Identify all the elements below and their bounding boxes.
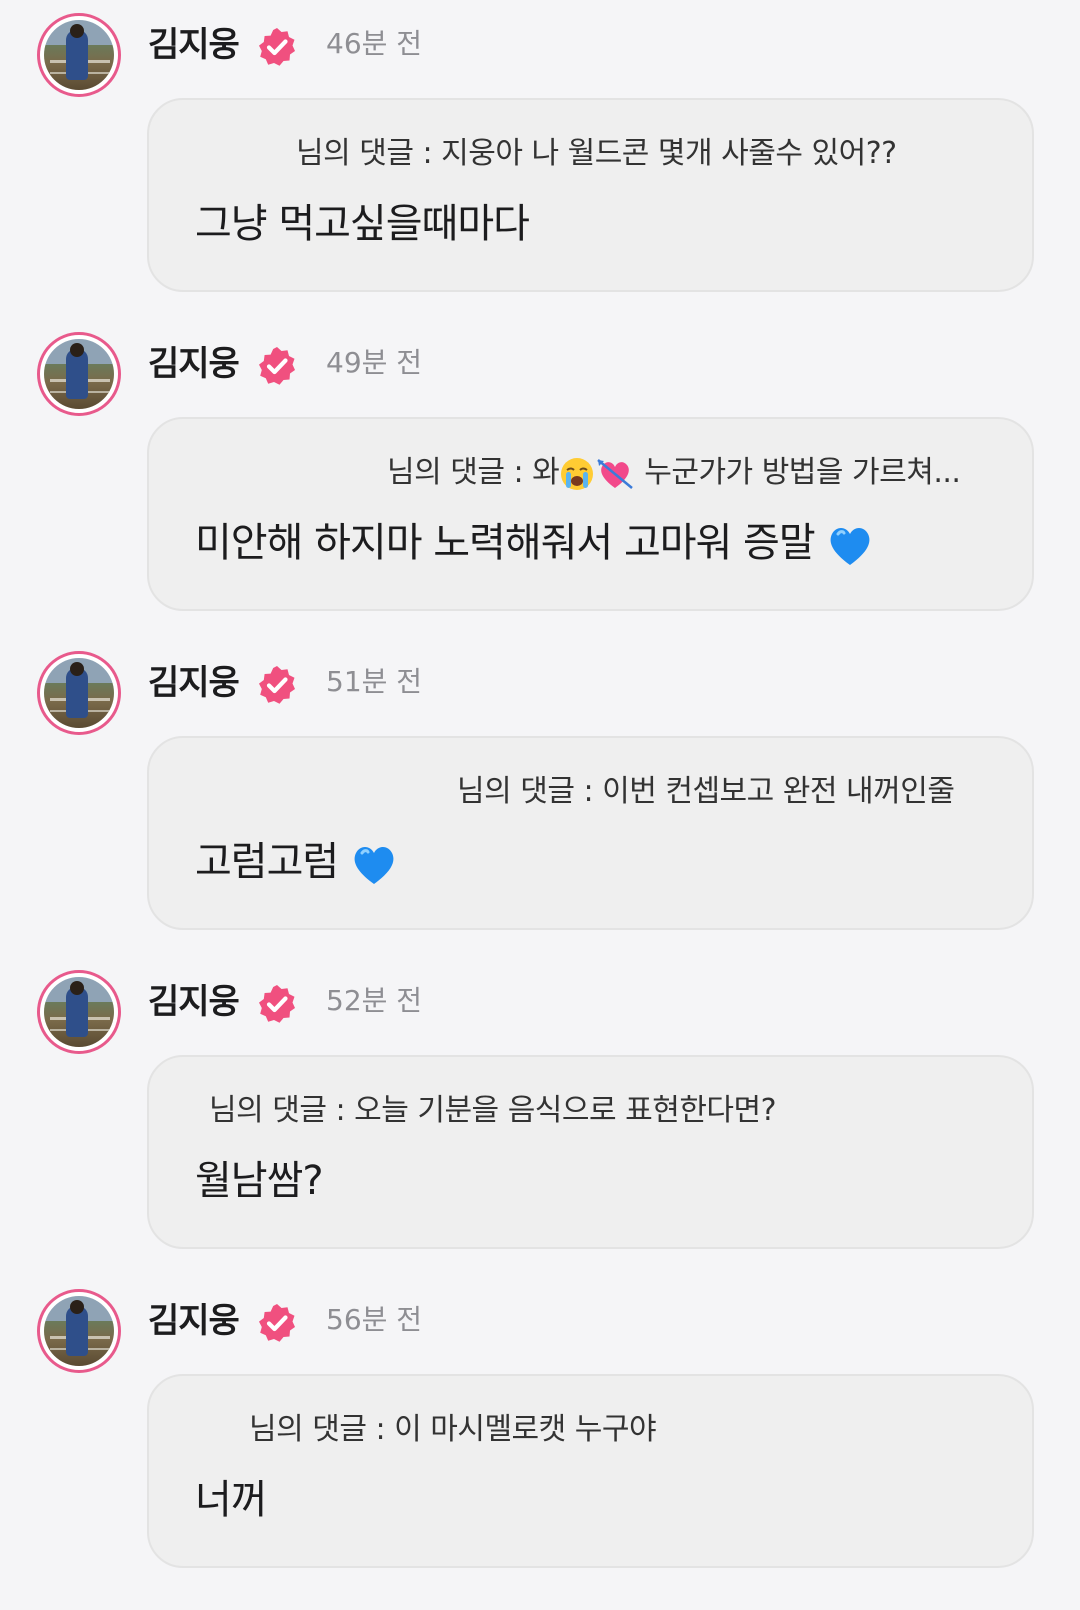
reply-bubble: 님의 댓글 : 이 마시멜로캣 누구야 너꺼 (147, 1374, 1034, 1568)
reply-text-content: 미안해 하지마 노력해줘서 고마워 증말 (195, 520, 827, 566)
reply-text: 그냥 먹고싶을때마다 (195, 201, 530, 247)
verified-badge-icon (259, 347, 295, 385)
reply-text-content: 고럼고럼 (195, 839, 350, 885)
quoted-comment[interactable]: 님의 댓글 : 이 마시멜로캣 누구야 (249, 1410, 657, 1450)
timestamp: 52분 전 (326, 984, 423, 1017)
blue-heart-icon (354, 847, 394, 884)
reply-text: 고럼고럼 (195, 836, 398, 888)
timestamp: 46분 전 (326, 27, 423, 60)
reply-bubble: 님의 댓글 : 이번 컨셉보고 완전 내꺼인줄 고럼고럼 (147, 736, 1034, 930)
author-name[interactable]: 김지웅 (148, 979, 240, 1025)
timestamp: 56분 전 (326, 1303, 423, 1336)
avatar[interactable] (37, 13, 121, 97)
reply-text: 너꺼 (195, 1477, 268, 1523)
author-name[interactable]: 김지웅 (148, 660, 240, 706)
reply-text: 월남쌈? (195, 1158, 324, 1204)
author-name[interactable]: 김지웅 (148, 22, 240, 68)
verified-badge-icon (259, 666, 295, 704)
reply-post: 김지웅 51분 전 님의 댓글 : 이번 컨셉보고 완전 내꺼인줄 고럼고럼 (0, 638, 1080, 956)
author-name[interactable]: 김지웅 (148, 341, 240, 387)
reply-bubble: 님의 댓글 : 와 누군가가 방법을 가르쳐... 미안해 하지마 노력해줘서 … (147, 417, 1034, 611)
avatar[interactable] (37, 970, 121, 1054)
loudly-crying-face-icon (561, 457, 594, 490)
avatar[interactable] (37, 1289, 121, 1373)
profile-photo (44, 339, 114, 409)
quoted-comment[interactable]: 님의 댓글 : 와 누군가가 방법을 가르쳐... (387, 453, 961, 493)
author-name[interactable]: 김지웅 (148, 1298, 240, 1344)
profile-photo (44, 20, 114, 90)
reply-text: 미안해 하지마 노력해줘서 고마워 증말 (195, 517, 874, 569)
quoted-suffix: 누군가가 방법을 가르쳐... (635, 455, 961, 490)
timestamp: 49분 전 (326, 346, 423, 379)
avatar[interactable] (37, 651, 121, 735)
profile-photo (44, 977, 114, 1047)
profile-photo (44, 658, 114, 728)
profile-photo (44, 1296, 114, 1366)
verified-badge-icon (259, 28, 295, 66)
quoted-prefix: 님의 댓글 : 와 (387, 455, 560, 490)
reply-post: 김지웅 46분 전 님의 댓글 : 지웅아 나 월드콘 몇개 사줄수 있어?? … (0, 0, 1080, 318)
quoted-comment[interactable]: 님의 댓글 : 이번 컨셉보고 완전 내꺼인줄 (457, 772, 955, 812)
blue-heart-icon (830, 528, 870, 565)
quoted-comment[interactable]: 님의 댓글 : 오늘 기분을 음식으로 표현한다면? (209, 1091, 777, 1131)
comment-feed: 김지웅 46분 전 님의 댓글 : 지웅아 나 월드콘 몇개 사줄수 있어?? … (0, 0, 1080, 1610)
reply-post: 김지웅 49분 전 님의 댓글 : 와 누군가가 방법을 가르쳐... 미안해 … (0, 319, 1080, 637)
reply-bubble: 님의 댓글 : 오늘 기분을 음식으로 표현한다면? 월남쌈? (147, 1055, 1034, 1249)
reply-bubble: 님의 댓글 : 지웅아 나 월드콘 몇개 사줄수 있어?? 그냥 먹고싶을때마다 (147, 98, 1034, 292)
verified-badge-icon (259, 1304, 295, 1342)
heart-with-arrow-icon (597, 458, 634, 489)
reply-post: 김지웅 52분 전 님의 댓글 : 오늘 기분을 음식으로 표현한다면? 월남쌈… (0, 957, 1080, 1275)
timestamp: 51분 전 (326, 665, 423, 698)
verified-badge-icon (259, 985, 295, 1023)
quoted-comment[interactable]: 님의 댓글 : 지웅아 나 월드콘 몇개 사줄수 있어?? (296, 134, 897, 174)
reply-post: 김지웅 56분 전 님의 댓글 : 이 마시멜로캣 누구야 너꺼 (0, 1276, 1080, 1594)
avatar[interactable] (37, 332, 121, 416)
